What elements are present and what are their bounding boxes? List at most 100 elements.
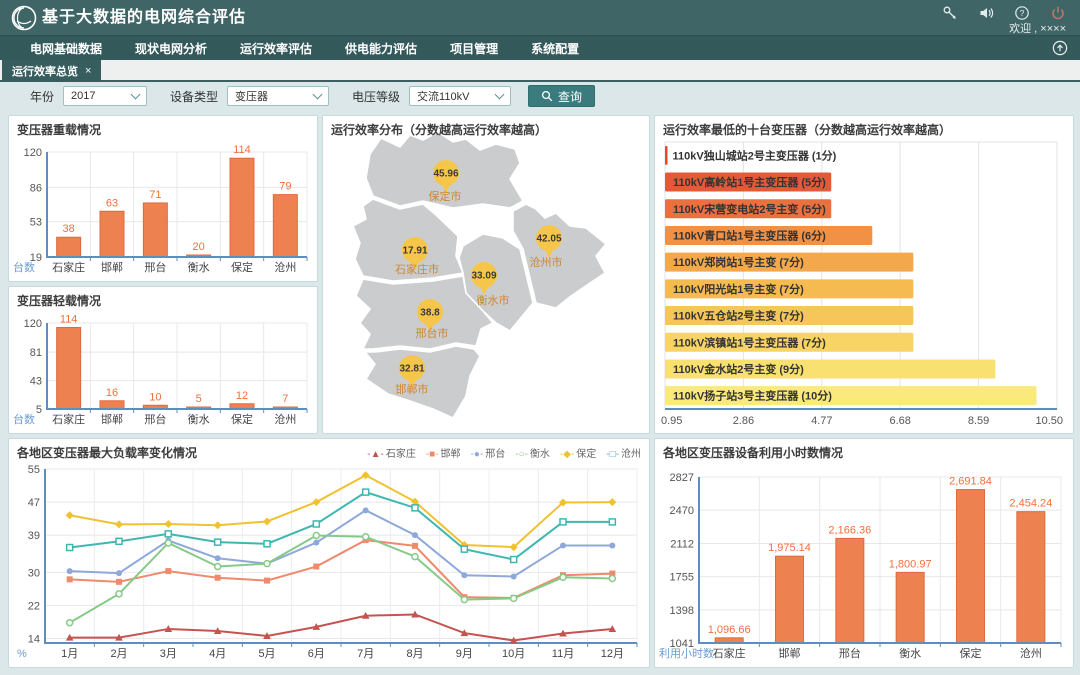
svg-text:1月: 1月 <box>61 648 78 660</box>
legend-item[interactable]: -◆-保定 <box>560 445 596 460</box>
svg-text:110kV金水站2号主变 (9分): 110kV金水站2号主变 (9分) <box>673 362 804 376</box>
voltage-level-select[interactable]: 交流110kV <box>409 86 511 106</box>
panel-title: 运行效率最低的十台变压器（分数越高运行效率越高） <box>663 121 951 138</box>
legend-item[interactable]: -○-衡水 <box>515 445 550 460</box>
svg-text:110kV阳光站1号主变 (7分): 110kV阳光站1号主变 (7分) <box>673 282 804 296</box>
svg-text:保定: 保定 <box>231 412 253 426</box>
svg-text:5: 5 <box>36 404 42 416</box>
svg-text:沧州: 沧州 <box>274 412 296 426</box>
svg-text:6月: 6月 <box>308 648 325 660</box>
svg-text:7: 7 <box>282 393 288 405</box>
tab-close-icon[interactable]: × <box>85 65 91 77</box>
svg-text:1398: 1398 <box>670 605 694 617</box>
svg-text:6.68: 6.68 <box>889 415 910 427</box>
svg-text:11月: 11月 <box>552 648 574 660</box>
svg-text:53: 53 <box>30 217 42 229</box>
lightload-bar-chart: 54381120114石家庄16邯郸10邢台5衡水12保定7沧州台数 <box>11 309 315 431</box>
search-button[interactable]: 查询 <box>528 85 595 107</box>
svg-text:17.91: 17.91 <box>402 246 427 257</box>
voltage-level-label: 电压等级 <box>352 88 400 105</box>
chevron-down-icon <box>495 90 505 100</box>
svg-text:2,166.36: 2,166.36 <box>828 524 871 536</box>
svg-text:110kV扬子站3号主变压器 (10分): 110kV扬子站3号主变压器 (10分) <box>673 389 832 403</box>
year-value: 2017 <box>71 90 95 102</box>
svg-text:%: % <box>17 648 27 660</box>
svg-text:39: 39 <box>28 530 40 542</box>
panel-utilization-hours: 各地区变压器设备利用小时数情况 104113981755211224702827… <box>654 438 1074 668</box>
speaker-icon[interactable] <box>978 5 994 21</box>
svg-text:2112: 2112 <box>670 538 694 550</box>
svg-text:保定: 保定 <box>231 260 253 274</box>
main-nav: 电网基础数据 现状电网分析 运行效率评估 供电能力评估 项目管理 系统配置 <box>0 36 1080 60</box>
power-icon[interactable] <box>1050 5 1066 21</box>
line-chart-legend: -▲-石家庄 -■-邯郸 -●-邢台 -○-衡水 -◆-保定 -□-沧州 <box>367 445 641 460</box>
efficiency-map-chart: 45.96保定市17.91石家庄市42.05沧州市33.09衡水市38.8邢台市… <box>323 116 649 433</box>
nav-item-system-config[interactable]: 系统配置 <box>531 40 579 57</box>
top10-hbar-chart: 0.952.864.776.688.5910.50110kV独山城站2号主变压器… <box>657 138 1071 431</box>
legend-item[interactable]: -■-邯郸 <box>426 445 461 460</box>
panel-max-load-rate: 各地区变压器最大负载率变化情况 -▲-石家庄 -■-邯郸 -●-邢台 -○-衡水 -◆-… <box>8 438 650 668</box>
svg-text:1,800.97: 1,800.97 <box>889 558 932 570</box>
svg-text:110kV郑岗站1号主变 (7分): 110kV郑岗站1号主变 (7分) <box>673 255 804 269</box>
chevron-down-icon <box>131 90 141 100</box>
svg-text:石家庄: 石家庄 <box>52 412 85 426</box>
nav-item-grid-base-data[interactable]: 电网基础数据 <box>30 40 102 57</box>
device-type-select[interactable]: 变压器 <box>227 86 329 106</box>
nav-item-supply-capability[interactable]: 供电能力评估 <box>345 40 417 57</box>
svg-text:2月: 2月 <box>110 648 127 660</box>
svg-text:石家庄: 石家庄 <box>713 646 746 660</box>
svg-text:110kV青口站1号主变压器 (6分): 110kV青口站1号主变压器 (6分) <box>673 228 826 242</box>
svg-text:55: 55 <box>28 464 40 476</box>
nav-item-current-grid[interactable]: 现状电网分析 <box>135 40 207 57</box>
tab-label: 运行效率总览 <box>12 63 78 79</box>
nav-item-efficiency-eval[interactable]: 运行效率评估 <box>240 40 312 57</box>
legend-item[interactable]: -●-邢台 <box>471 445 506 460</box>
svg-text:2,691.84: 2,691.84 <box>949 476 992 488</box>
key-icon[interactable] <box>942 5 958 21</box>
svg-text:16: 16 <box>106 387 118 399</box>
svg-text:台数: 台数 <box>13 412 35 426</box>
svg-text:5月: 5月 <box>258 648 275 660</box>
svg-text:47: 47 <box>28 497 40 509</box>
svg-text:保定: 保定 <box>960 646 982 660</box>
svg-text:12月: 12月 <box>601 648 624 660</box>
svg-text:利用小时数: 利用小时数 <box>659 647 714 660</box>
svg-text:20: 20 <box>193 241 205 253</box>
max-load-line-chart: 1422303947551月2月3月4月5月6月7月8月9月10月11月12月% <box>11 463 647 665</box>
svg-text:沧州市: 沧州市 <box>530 255 563 269</box>
svg-text:114: 114 <box>60 313 78 325</box>
svg-text:79: 79 <box>279 181 291 193</box>
svg-text:石家庄市: 石家庄市 <box>395 262 439 276</box>
year-select[interactable]: 2017 <box>63 86 147 106</box>
legend-item[interactable]: -▲-石家庄 <box>367 445 416 460</box>
app-root: 基于大数据的电网综合评估 ? 欢迎 , ×××× 电网基础数据 现状电网分析 <box>0 0 1080 675</box>
svg-text:86: 86 <box>30 182 42 194</box>
svg-text:110kV高岭站1号主变压器 (5分): 110kV高岭站1号主变压器 (5分) <box>673 175 826 189</box>
panel-efficiency-map: 运行效率分布（分数越高运行效率越高） 45.96保定市17.91石家庄市42.0… <box>322 115 650 434</box>
legend-item[interactable]: -□-沧州 <box>606 445 641 460</box>
svg-text:台数: 台数 <box>13 260 35 274</box>
svg-text:邢台: 邢台 <box>839 646 861 660</box>
svg-text:衡水: 衡水 <box>899 647 921 660</box>
svg-text:邯郸: 邯郸 <box>101 412 123 426</box>
svg-text:4.77: 4.77 <box>811 415 832 427</box>
tab-efficiency-overview[interactable]: 运行效率总览 × <box>2 60 101 82</box>
svg-text:7月: 7月 <box>357 648 374 660</box>
svg-text:22: 22 <box>28 600 40 612</box>
filter-bar: 年份 2017 设备类型 变压器 电压等级 交流110kV 查询 <box>0 84 1080 108</box>
svg-text:衡水: 衡水 <box>188 261 210 274</box>
nav-item-project-mgmt[interactable]: 项目管理 <box>450 40 498 57</box>
svg-text:1,096.66: 1,096.66 <box>708 624 751 636</box>
svg-text:8.59: 8.59 <box>968 415 989 427</box>
svg-text:114: 114 <box>233 144 251 156</box>
scroll-top-icon[interactable] <box>1052 40 1068 56</box>
panel-title: 各地区变压器设备利用小时数情况 <box>663 444 843 461</box>
panel-title: 变压器轻载情况 <box>17 292 101 309</box>
app-logo-icon <box>10 4 38 32</box>
panel-title: 各地区变压器最大负载率变化情况 <box>17 444 197 461</box>
svg-text:12: 12 <box>236 390 248 402</box>
svg-text:43: 43 <box>30 376 42 388</box>
svg-text:45.96: 45.96 <box>433 169 458 180</box>
panel-transformer-overload: 变压器重载情况 19538612038石家庄63邯郸71邢台20衡水114保定7… <box>8 115 318 282</box>
help-icon[interactable]: ? <box>1014 5 1030 21</box>
